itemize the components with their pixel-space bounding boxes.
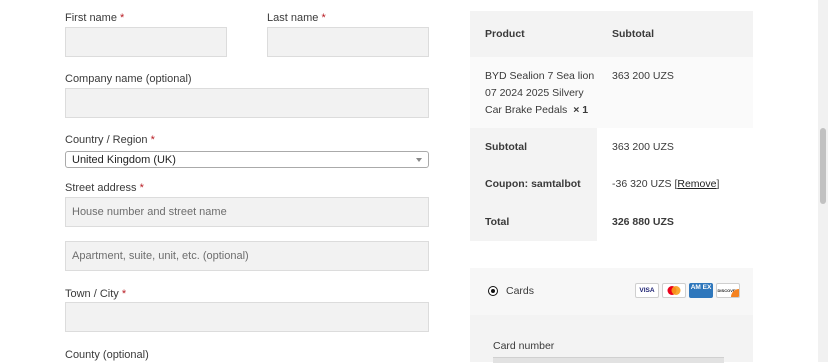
- coupon-label: Coupon: samtalbot: [485, 178, 581, 190]
- required-asterisk: *: [139, 182, 144, 194]
- product-name-line-3: Car Brake Pedals × 1: [485, 104, 588, 116]
- town-city-input[interactable]: [65, 302, 429, 332]
- remove-coupon-link[interactable]: Remove: [677, 178, 716, 190]
- total-label: Total: [485, 216, 510, 228]
- street-address-label: Street address *: [65, 182, 144, 194]
- country-label-text: Country / Region: [65, 134, 148, 146]
- last-name-input[interactable]: [267, 27, 429, 57]
- coupon-discount-amount: -36 320 UZS: [612, 178, 672, 190]
- product-name-line-2: 07 2024 2025 Silvery: [485, 87, 584, 99]
- country-label: Country / Region *: [65, 134, 155, 146]
- mastercard-icon: [662, 283, 686, 298]
- town-city-label: Town / City *: [65, 288, 126, 300]
- company-name-label: Company name (optional): [65, 73, 192, 85]
- column-header-product: Product: [485, 28, 525, 40]
- country-select-value: United Kingdom (UK): [72, 154, 176, 166]
- street-address-input[interactable]: House number and street name: [65, 197, 429, 227]
- scrollbar-thumb[interactable]: [820, 128, 826, 204]
- last-name-label: Last name *: [267, 12, 326, 24]
- order-review-table: [470, 11, 753, 241]
- company-name-input[interactable]: [65, 88, 429, 118]
- card-number-input[interactable]: [493, 357, 724, 363]
- payment-method-label: Cards: [506, 285, 535, 297]
- county-label: County (optional): [65, 349, 149, 361]
- street-address-placeholder: House number and street name: [72, 206, 227, 218]
- visa-icon-text: VISA: [639, 287, 655, 294]
- required-asterisk: *: [321, 12, 326, 24]
- product-quantity: × 1: [573, 104, 589, 116]
- first-name-label-text: First name: [65, 12, 117, 24]
- discover-icon: DISCOVER: [716, 283, 740, 298]
- amex-icon-text: AM EX: [690, 284, 712, 291]
- required-asterisk: *: [121, 288, 127, 300]
- required-asterisk: *: [120, 12, 125, 24]
- town-city-label-text: Town / City: [65, 288, 119, 300]
- product-name-line-1: BYD Sealion 7 Sea lion: [485, 70, 595, 82]
- apartment-input[interactable]: Apartment, suite, unit, etc. (optional): [65, 241, 429, 271]
- column-header-subtotal: Subtotal: [612, 28, 654, 40]
- apartment-placeholder: Apartment, suite, unit, etc. (optional): [72, 250, 249, 262]
- visa-icon: VISA: [635, 283, 659, 298]
- street-address-label-text: Street address: [65, 182, 137, 194]
- amex-icon: AM EX: [689, 283, 713, 298]
- coupon-value: -36 320 UZS [Remove]: [612, 178, 719, 190]
- subtotal-label: Subtotal: [485, 141, 527, 153]
- product-subtotal: 363 200 UZS: [612, 70, 674, 82]
- first-name-input[interactable]: [65, 27, 227, 57]
- last-name-label-text: Last name: [267, 12, 319, 24]
- payment-method-radio[interactable]: [488, 286, 498, 296]
- subtotal-value: 363 200 UZS: [612, 141, 674, 153]
- card-details-area: [470, 315, 753, 362]
- country-select[interactable]: United Kingdom (UK): [65, 151, 429, 168]
- required-asterisk: *: [150, 134, 155, 146]
- mastercard-circles: [667, 286, 681, 295]
- first-name-label: First name *: [65, 12, 124, 24]
- total-value: 326 880 UZS: [612, 216, 674, 228]
- product-name-line-3-text: Car Brake Pedals: [485, 104, 568, 116]
- chevron-down-icon: [416, 158, 422, 162]
- card-number-label: Card number: [493, 340, 555, 352]
- bracket-close: ]: [716, 178, 720, 190]
